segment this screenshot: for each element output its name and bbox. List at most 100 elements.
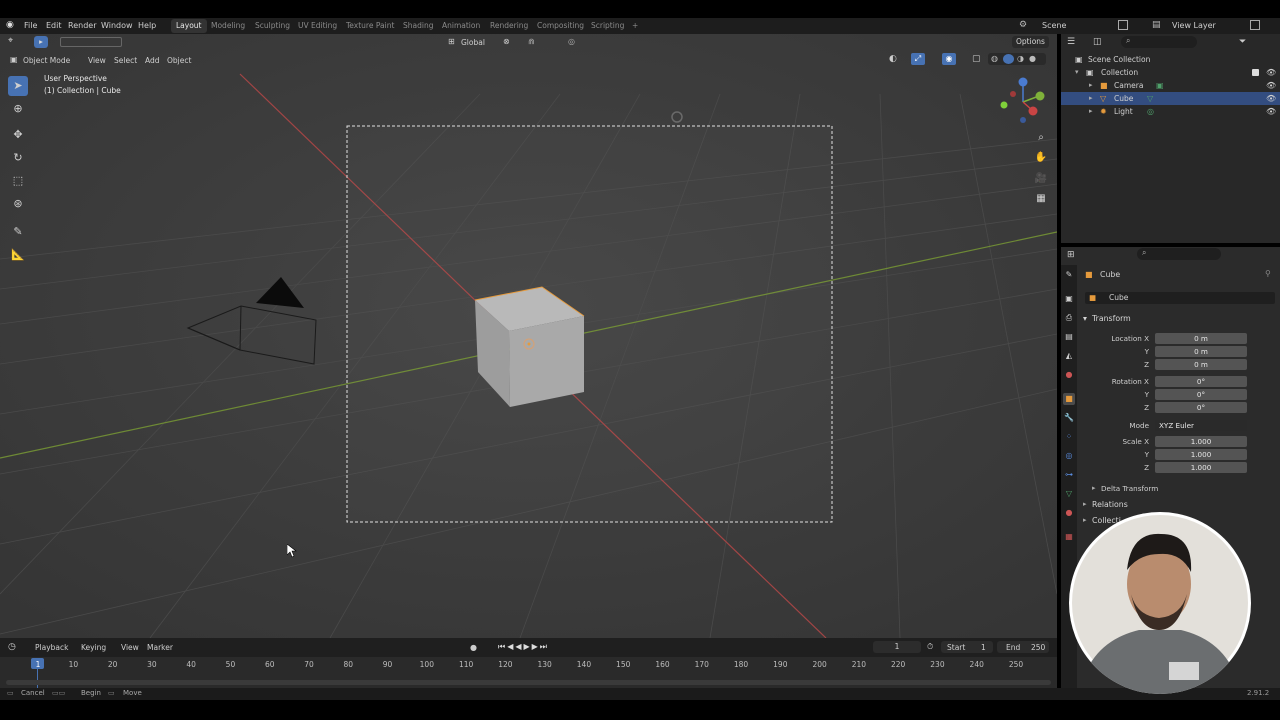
outliner-row-collection[interactable]: ▾ ▣ Collection 👁 [1061, 66, 1280, 79]
xray-icon[interactable]: ▢ [972, 54, 981, 64]
output-tab-icon[interactable]: ⎙ [1063, 312, 1075, 324]
tool-tab-icon[interactable]: ✎ [1063, 269, 1075, 281]
pivot-point-icon[interactable]: ⊗ [503, 37, 510, 46]
snap-icon[interactable]: ⋒ [528, 37, 535, 46]
render-tab-icon[interactable]: ▣ [1063, 293, 1075, 305]
timeline-scrollbar[interactable] [6, 680, 1051, 685]
expand-arrow-icon[interactable]: ▸ [1089, 92, 1093, 105]
transform-tool-icon[interactable]: ⊛ [8, 194, 28, 214]
cursor-tool-icon[interactable]: ⊕ [8, 99, 28, 119]
object-tab-icon[interactable]: ■ [1063, 393, 1075, 405]
scale-y-field[interactable]: 1.000 [1155, 449, 1247, 460]
blender-logo-icon[interactable]: ◉ [6, 20, 14, 30]
playback-controls[interactable]: ⏮◀◀▶▶⏭ [498, 642, 549, 652]
display-mode-icon[interactable]: ◫ [1093, 37, 1102, 47]
measure-tool-icon[interactable]: 📐 [8, 245, 28, 265]
new-view-layer-icon[interactable] [1250, 20, 1260, 30]
view-layer-tab-icon[interactable]: ▤ [1063, 331, 1075, 343]
modifier-tab-icon[interactable]: 🔧 [1063, 412, 1075, 424]
wireframe-shading-icon[interactable]: ◍ [991, 54, 998, 63]
menu-render[interactable]: Render [68, 21, 96, 30]
proportional-edit-icon[interactable]: ◎ [568, 37, 575, 46]
mode-dropdown[interactable]: Object Mode [23, 56, 70, 65]
solid-shading-icon[interactable] [1003, 54, 1014, 64]
3d-viewport[interactable]: ⌖ ▸ ⊞ Global ⊗ ⋒ ◎ Options ▣ Object Mode… [0, 34, 1057, 638]
move-tool-icon[interactable]: ✥ [8, 125, 28, 145]
expand-arrow-icon[interactable]: ▸ [1089, 79, 1093, 92]
visibility-icon[interactable]: ◐ [889, 54, 897, 64]
view-layer-name[interactable]: View Layer [1172, 21, 1216, 30]
gizmo-toggle-icon[interactable]: ⤢ [911, 53, 925, 65]
transform-panel-header[interactable]: Transform [1092, 314, 1131, 323]
rotation-mode-dropdown[interactable]: XYZ Euler [1155, 420, 1247, 431]
outliner-editor-icon[interactable]: ☰ [1067, 37, 1075, 47]
timeline-menu-marker[interactable]: Marker [147, 643, 173, 652]
outliner-search-input[interactable]: ⌕ [1121, 36, 1197, 48]
constraints-tab-icon[interactable]: ⊶ [1063, 469, 1075, 481]
viewport-menu-select[interactable]: Select [114, 56, 137, 65]
stopwatch-icon[interactable]: ⏱ [927, 642, 933, 652]
viewport-menu-object[interactable]: Object [167, 56, 191, 65]
expand-arrow-icon[interactable]: ▾ [1075, 66, 1079, 79]
rotate-tool-icon[interactable]: ↻ [8, 148, 28, 168]
outliner-row-cube[interactable]: ▸ ▽ Cube ▽ 👁 [1061, 92, 1280, 105]
overlays-toggle-icon[interactable]: ◉ [942, 53, 956, 65]
menu-edit[interactable]: Edit [46, 21, 62, 30]
tab-layout[interactable]: Layout [171, 19, 207, 33]
particles-tab-icon[interactable]: ⁘ [1063, 431, 1075, 443]
scale-z-field[interactable]: 1.000 [1155, 462, 1247, 473]
navigation-gizmo[interactable] [996, 74, 1052, 130]
add-workspace-button[interactable]: + [627, 19, 643, 33]
filter-icon[interactable]: ⏷ [1239, 37, 1246, 47]
annotate-tool-icon[interactable]: ✎ [8, 222, 28, 242]
physics-tab-icon[interactable]: ◎ [1063, 450, 1075, 462]
transform-orientation-icon[interactable]: ⊞ [448, 37, 455, 46]
location-z-field[interactable]: 0 m [1155, 359, 1247, 370]
object-name-field[interactable]: ■ Cube [1085, 292, 1275, 304]
viewport-menu-view[interactable]: View [88, 56, 106, 65]
outliner-row-light[interactable]: ▸ ✹ Light ◎ 👁 [1061, 105, 1280, 118]
tab-compositing[interactable]: Compositing [532, 19, 589, 33]
scale-tool-icon[interactable]: ⬚ [8, 171, 28, 191]
tab-sculpting[interactable]: Sculpting [250, 19, 295, 33]
texture-tab-icon[interactable]: ▦ [1063, 531, 1075, 543]
view-layer-icon[interactable]: ▤ [1152, 20, 1161, 30]
pin-icon[interactable]: ⚲ [1265, 269, 1271, 278]
shading-modes[interactable]: ◍ ◑ ● [988, 53, 1046, 65]
world-tab-icon[interactable]: ● [1063, 369, 1075, 381]
material-tab-icon[interactable]: ● [1063, 507, 1075, 519]
timeline-menu-view[interactable]: View [121, 643, 139, 652]
tab-scripting[interactable]: Scripting [586, 19, 629, 33]
ortho-grid-icon[interactable]: ▦ [1033, 191, 1049, 207]
viewport-menu-add[interactable]: Add [145, 56, 160, 65]
camera-visibility-icon[interactable]: 👁 [1266, 79, 1276, 92]
timeline-editor-icon[interactable]: ◷ [8, 642, 16, 652]
pan-hand-icon[interactable]: ✋ [1033, 150, 1049, 166]
outliner-row-camera[interactable]: ▸ ■ Camera ▣ 👁 [1061, 79, 1280, 92]
options-dropdown[interactable]: Options [1012, 36, 1049, 48]
rotation-z-field[interactable]: 0° [1155, 402, 1247, 413]
scale-x-field[interactable]: 1.000 [1155, 436, 1247, 447]
location-x-field[interactable]: 0 m [1155, 333, 1247, 344]
tab-shading[interactable]: Shading [398, 19, 438, 33]
tab-modeling[interactable]: Modeling [206, 19, 250, 33]
scene-icon[interactable]: ⚙ [1019, 20, 1027, 30]
new-scene-icon[interactable] [1118, 20, 1128, 30]
rotation-y-field[interactable]: 0° [1155, 389, 1247, 400]
record-icon[interactable]: ● [470, 643, 477, 652]
menu-help[interactable]: Help [138, 21, 156, 30]
material-shading-icon[interactable]: ◑ [1017, 54, 1024, 63]
tab-rendering[interactable]: Rendering [485, 19, 533, 33]
tab-texture-paint[interactable]: Texture Paint [341, 19, 399, 33]
transform-orientation[interactable]: Global [461, 38, 485, 47]
end-frame-field[interactable]: End 250 [997, 641, 1049, 653]
transform-panel-arrow-icon[interactable]: ▾ [1083, 314, 1087, 323]
current-frame-field[interactable]: 1 [873, 641, 921, 653]
camera-view-icon[interactable]: 🎥 [1033, 171, 1049, 187]
tab-animation[interactable]: Animation [437, 19, 485, 33]
tab-uv-editing[interactable]: UV Editing [293, 19, 342, 33]
scene-tab-icon[interactable]: ◭ [1063, 350, 1075, 362]
delta-transform-panel[interactable]: Delta Transform [1101, 484, 1158, 493]
delta-transform-arrow-icon[interactable]: ▸ [1092, 484, 1096, 492]
expand-arrow-icon[interactable]: ▸ [1089, 105, 1093, 118]
